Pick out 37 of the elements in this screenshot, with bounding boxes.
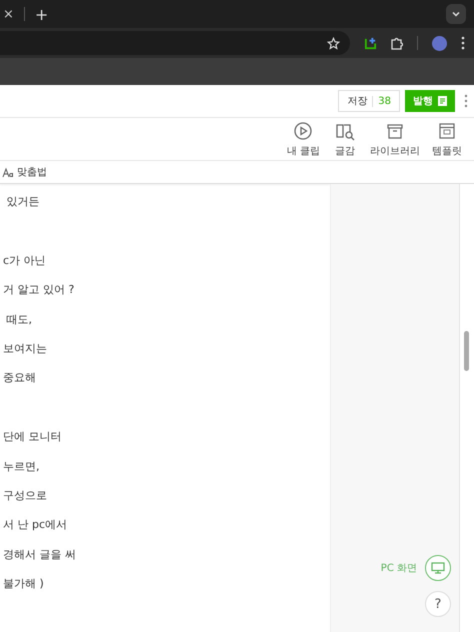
extension-icon[interactable] [364,36,377,50]
scrollbar-thumb[interactable] [464,331,469,371]
profile-avatar[interactable] [432,36,447,50]
puzzle-icon[interactable] [391,36,403,50]
new-tab-button[interactable]: + [34,4,48,24]
body-text: 불가해 ) [2,576,45,592]
body-text: 구성으로 [2,488,48,504]
body-text: 보여지는 [2,340,48,357]
toolbar-button[interactable]: 라이브러리 [366,120,424,158]
body-text: c가 아닌 [2,252,47,269]
body-text: 경해서 글을 써 [2,546,77,563]
font-letters-icon [2,166,14,178]
play-circle-icon [293,120,314,140]
tab-search-button[interactable] [446,4,466,24]
body-text: 때도, [5,312,33,328]
tab-close-icon[interactable]: × [3,6,14,22]
save-button[interactable]: 저장 38 [338,90,400,112]
more-icon[interactable] [464,94,468,108]
menu-icon[interactable] [461,36,465,50]
toolbar-button[interactable]: 템플릿 [428,120,466,158]
spellcheck-button[interactable]: 맞춤법 [0,165,49,179]
body-text: 누르면, [2,458,40,475]
monitor-icon [431,562,445,574]
chevron-down-icon [451,9,461,19]
help-button[interactable]: ? [425,591,451,617]
template-icon [437,120,457,140]
document-icon [438,96,447,106]
body-text: 거 알고 있어 ? [2,282,76,298]
toolbar-button[interactable]: 글감 [328,120,362,158]
body-text: 서 난 pc에서 [2,517,68,534]
star-icon[interactable] [327,36,340,50]
body-text: 있거든 [5,194,40,210]
body-text: 단에 모니터 [2,429,62,446]
pc-view-label: PC 화면 [380,562,417,575]
toolbar-button[interactable]: 내 클립 [282,120,324,158]
body-text: 중요해 [2,370,37,386]
pc-view-button[interactable] [425,555,451,581]
